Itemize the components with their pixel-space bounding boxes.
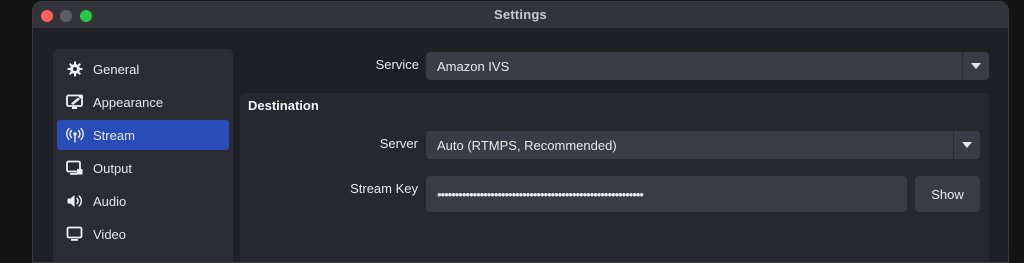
stream-settings-panel: Service Amazon IVS Destination Server Au… [238,42,1008,262]
sidebar-item-label: Video [93,226,127,242]
service-select[interactable]: Amazon IVS [426,52,989,80]
stream-key-input[interactable]: ••••••••••••••••••••••••••••••••••••••••… [426,176,907,212]
server-select[interactable]: Auto (RTMPS, Recommended) [426,131,980,159]
destination-group: Destination Server Auto (RTMPS, Recommen… [240,93,989,262]
settings-sidebar: General Appearance Stream Output Audio V… [53,49,233,262]
service-value: Amazon IVS [437,58,510,74]
sidebar-item-video[interactable]: Video [57,219,229,249]
sidebar-item-label: Appearance [93,94,164,110]
sidebar-item-stream[interactable]: Stream [57,120,229,150]
window-title: Settings [494,7,547,22]
desktop-background: Settings General Appearance Stream Outpu… [0,0,1024,263]
speaker-icon [66,192,84,210]
gear-icon [66,60,84,78]
server-value: Auto (RTMPS, Recommended) [437,137,617,153]
settings-window: Settings General Appearance Stream Outpu… [32,1,1009,263]
sidebar-item-label: Output [93,160,133,176]
broadcast-icon [66,126,84,144]
output-icon [66,159,84,177]
server-label: Server [379,136,418,151]
service-label: Service [375,57,419,72]
destination-title: Destination [248,98,319,113]
sidebar-item-label: General [93,61,140,77]
sidebar-item-audio[interactable]: Audio [57,186,229,216]
appearance-icon [66,93,84,111]
stream-key-label: Stream Key [350,181,418,196]
sidebar-item-label: Stream [93,127,135,143]
show-stream-key-button[interactable]: Show [915,176,980,212]
sidebar-item-appearance[interactable]: Appearance [57,87,229,117]
monitor-icon [66,225,84,243]
title-bar[interactable]: Settings [33,2,1008,29]
sidebar-item-general[interactable]: General [57,54,229,84]
chevron-down-icon[interactable] [962,52,989,80]
chevron-down-icon[interactable] [953,131,980,159]
sidebar-item-output[interactable]: Output [57,153,229,183]
sidebar-item-label: Audio [93,193,127,209]
